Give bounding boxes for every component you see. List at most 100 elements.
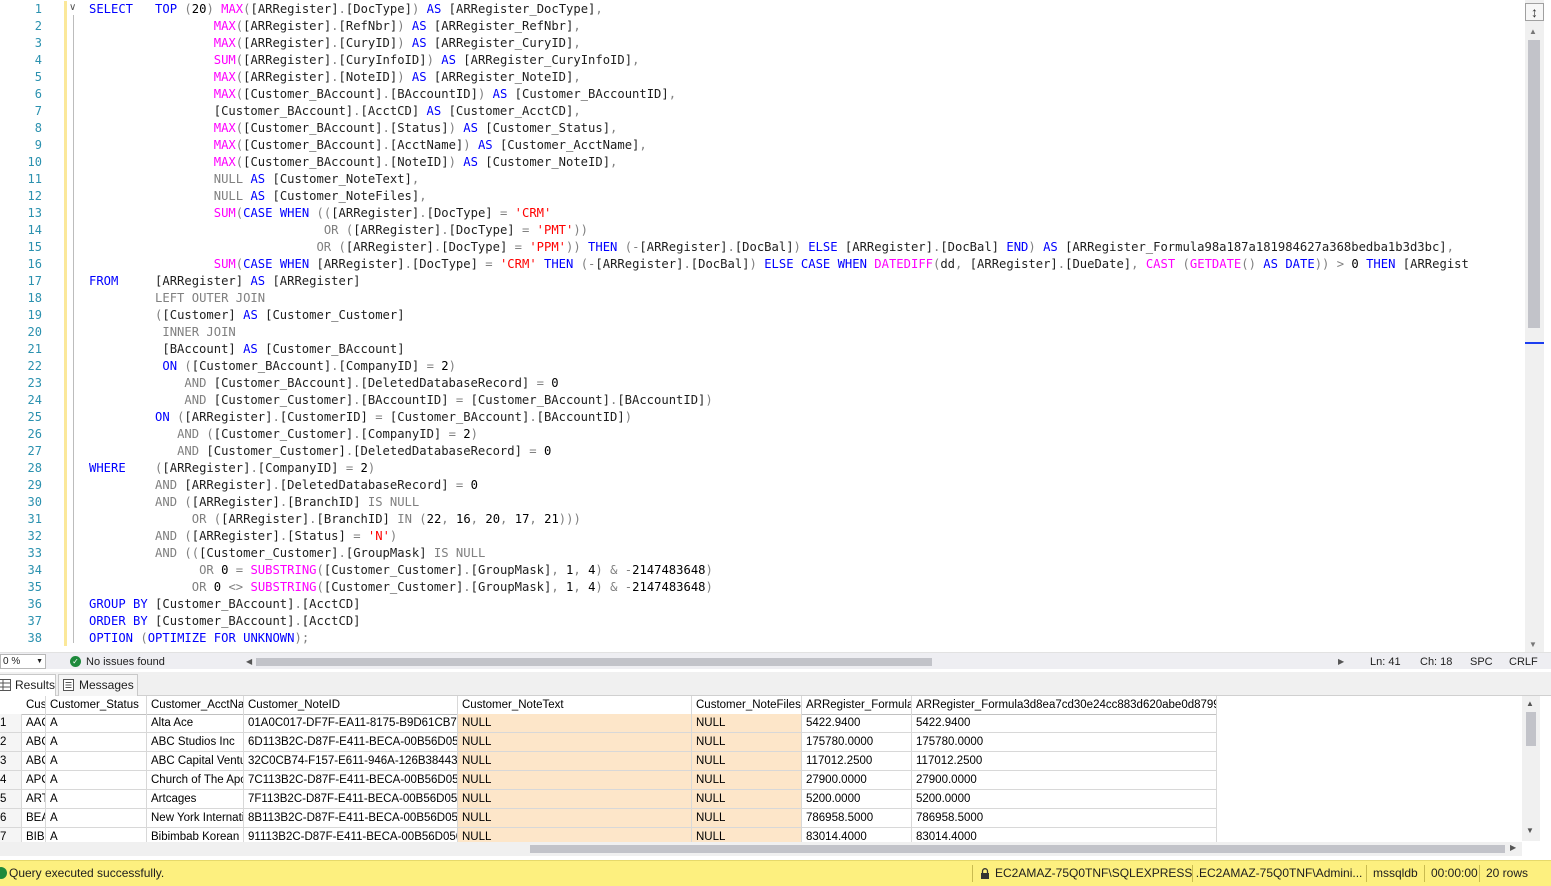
grid-cell[interactable]: 5200.0000 xyxy=(912,790,1217,809)
results-grid[interactable]: IDCustomer_AcctCDCustomer_StatusCustomer… xyxy=(0,696,1522,842)
scroll-up-arrow-icon[interactable]: ▲ xyxy=(1529,27,1537,36)
code-line[interactable]: MAX([Customer_BAccount].[NoteID]) AS [Cu… xyxy=(89,154,618,171)
tab-messages[interactable]: Messages xyxy=(58,674,138,696)
code-line[interactable]: MAX([ARRegister].[NoteID]) AS [ARRegiste… xyxy=(89,69,581,86)
grid-cell[interactable]: NULL xyxy=(458,828,692,842)
grid-cell[interactable]: 32C0CB74-F157-E611-946A-126B3844335E xyxy=(244,752,458,771)
code-line[interactable]: AND [Customer_BAccount].[DeletedDatabase… xyxy=(89,375,558,392)
grid-cell[interactable]: A xyxy=(46,714,147,733)
grid-cell[interactable]: A xyxy=(46,809,147,828)
grid-cell[interactable]: 8B113B2C-D87F-E411-BECA-00B56D0561C2 xyxy=(244,809,458,828)
grid-cell[interactable]: 6D113B2C-D87F-E411-BECA-00B56D0561C2 xyxy=(244,733,458,752)
column-header[interactable]: ARRegister_Formula98a187a181984627a368be… xyxy=(802,696,912,715)
code-line[interactable]: MAX([ARRegister].[RefNbr]) AS [ARRegiste… xyxy=(89,18,581,35)
grid-cell[interactable]: New York International Beauty School Ltd xyxy=(147,809,244,828)
scroll-right-arrow-icon[interactable]: ▶ xyxy=(1510,843,1516,852)
code-line[interactable]: OPTION (OPTIMIZE FOR UNKNOWN); xyxy=(89,630,309,647)
grid-cell[interactable]: NULL xyxy=(458,733,692,752)
code-line[interactable]: ([Customer] AS [Customer_Customer] xyxy=(89,307,405,324)
code-line[interactable]: OR ([ARRegister].[BranchID] IN (22, 16, … xyxy=(89,511,581,528)
column-header[interactable]: Customer_AcctName xyxy=(147,696,244,715)
row-number[interactable]: 1 xyxy=(0,714,22,733)
code-line[interactable]: NULL AS [Customer_NoteFiles], xyxy=(89,188,427,205)
table-row[interactable]: 1AACUSTOMERAAlta Ace01A0C017-DF7F-EA11-8… xyxy=(0,714,1522,733)
grid-cell[interactable]: NULL xyxy=(692,790,802,809)
grid-cell[interactable]: 117012.2500 xyxy=(912,752,1217,771)
code-line[interactable]: OR ([ARRegister].[DocType] = 'PPM')) THE… xyxy=(89,239,1454,256)
editor-horizontal-scroll-thumb[interactable] xyxy=(256,658,932,666)
table-row[interactable]: 7BIBIMBABABibimbab Korean Restaurant9111… xyxy=(0,828,1522,842)
row-number[interactable]: 4 xyxy=(0,771,22,790)
code-line[interactable]: OR 0 <> SUBSTRING([Customer_Customer].[G… xyxy=(89,579,713,596)
code-line[interactable]: AND ([Customer_Customer].[CompanyID] = 2… xyxy=(89,426,478,443)
grid-cell[interactable]: NULL xyxy=(692,809,802,828)
grid-cell[interactable]: NULL xyxy=(458,752,692,771)
grid-horizontal-scroll-thumb[interactable] xyxy=(530,845,1505,853)
grid-cell[interactable]: ABCSTUDIOS xyxy=(22,733,46,752)
grid-cell[interactable]: NULL xyxy=(692,828,802,842)
column-header[interactable]: ARRegister_Formula3d8ea7cd30e24cc883d620… xyxy=(912,696,1217,715)
code-line[interactable]: AND ([ARRegister].[BranchID] IS NULL xyxy=(89,494,419,511)
code-line[interactable]: LEFT OUTER JOIN xyxy=(89,290,265,307)
row-number[interactable]: 6 xyxy=(0,809,22,828)
grid-cell[interactable]: A xyxy=(46,752,147,771)
grid-cell[interactable]: 786958.5000 xyxy=(912,809,1217,828)
code-line[interactable]: ORDER BY [Customer_BAccount].[AcctCD] xyxy=(89,613,361,630)
grid-horizontal-scrollbar[interactable]: ▶ xyxy=(0,842,1522,856)
grid-cell[interactable]: Artcages xyxy=(147,790,244,809)
scroll-up-arrow-icon[interactable]: ▲ xyxy=(1526,699,1534,708)
table-row[interactable]: 3ABCVENTUREAABC Capital Ventures32C0CB74… xyxy=(0,752,1522,771)
code-line[interactable]: MAX([ARRegister].[CuryID]) AS [ARRegiste… xyxy=(89,35,581,52)
issues-status[interactable]: No issues found xyxy=(86,654,165,670)
grid-cell[interactable]: AACUSTOMER xyxy=(22,714,46,733)
grid-cell[interactable]: A xyxy=(46,790,147,809)
code-line[interactable]: ON ([ARRegister].[CustomerID] = [Custome… xyxy=(89,409,632,426)
grid-cell[interactable]: Bibimbab Korean Restaurant xyxy=(147,828,244,842)
grid-cell[interactable]: BEAUTYSCH xyxy=(22,809,46,828)
grid-cell[interactable]: 786958.5000 xyxy=(802,809,912,828)
grid-cell[interactable]: 5200.0000 xyxy=(802,790,912,809)
table-row[interactable]: 5ARTCAGESAArtcages7F113B2C-D87F-E411-BEC… xyxy=(0,790,1522,809)
code-line[interactable]: AND ([ARRegister].[Status] = 'N') xyxy=(89,528,397,545)
code-line[interactable]: SUM([ARRegister].[CuryInfoID]) AS [ARReg… xyxy=(89,52,640,69)
code-line[interactable]: SELECT TOP (20) MAX([ARRegister].[DocTyp… xyxy=(89,1,603,18)
grid-cell[interactable]: ARTCAGES xyxy=(22,790,46,809)
column-header[interactable]: Customer_NoteText xyxy=(458,696,692,715)
code-line[interactable]: ON ([Customer_BAccount].[CompanyID] = 2) xyxy=(89,358,456,375)
grid-cell[interactable]: ABCVENTURE xyxy=(22,752,46,771)
code-line[interactable]: GROUP BY [Customer_BAccount].[AcctCD] xyxy=(89,596,361,613)
row-number[interactable]: 2 xyxy=(0,733,22,752)
scroll-left-arrow-icon[interactable]: ◀ xyxy=(246,654,252,670)
code-line[interactable]: SUM(CASE WHEN (([ARRegister].[DocType] =… xyxy=(89,205,552,222)
code-line[interactable]: AND [Customer_Customer].[DeletedDatabase… xyxy=(89,443,551,460)
column-header[interactable]: Customer_AcctCD xyxy=(22,696,46,715)
grid-cell[interactable]: NULL xyxy=(458,809,692,828)
sql-editor[interactable]: 1 2 3 4 5 6 7 8 9 10 11 12 13 14 15 16 17 18 19 20 21 22 23 24 2… xyxy=(0,0,1551,652)
grid-cell[interactable]: 91113B2C-D87F-E411-BECA-00B56D0561C2 xyxy=(244,828,458,842)
grid-cell[interactable]: A xyxy=(46,771,147,790)
code-line[interactable]: FROM [ARRegister] AS [ARRegister] xyxy=(89,273,361,290)
code-line[interactable]: MAX([Customer_BAccount].[Status]) AS [Cu… xyxy=(89,120,618,137)
grid-cell[interactable]: APOSTELSCH xyxy=(22,771,46,790)
code-line[interactable]: OR 0 = SUBSTRING([Customer_Customer].[Gr… xyxy=(89,562,713,579)
grid-cell[interactable]: 01A0C017-DF7F-EA11-8175-B9D61CB73193 xyxy=(244,714,458,733)
column-header[interactable]: Customer_NoteID xyxy=(244,696,458,715)
grid-cell[interactable]: NULL xyxy=(692,752,802,771)
code-line[interactable]: AND [Customer_Customer].[BAccountID] = [… xyxy=(89,392,712,409)
tab-results[interactable]: Results xyxy=(0,674,56,696)
code-line[interactable]: AND (([Customer_Customer].[GroupMask] IS… xyxy=(89,545,485,562)
grid-vertical-scroll-thumb[interactable] xyxy=(1526,712,1536,746)
grid-cell[interactable]: 7F113B2C-D87F-E411-BECA-00B56D0561C2 xyxy=(244,790,458,809)
scroll-down-arrow-icon[interactable]: ▼ xyxy=(1529,640,1537,649)
grid-cell[interactable]: 5422.9400 xyxy=(802,714,912,733)
grid-cell[interactable]: NULL xyxy=(458,714,692,733)
grid-cell[interactable]: NULL xyxy=(692,733,802,752)
table-row[interactable]: 4APOSTELSCHAChurch of The Apostles7C113B… xyxy=(0,771,1522,790)
code-area[interactable]: SELECT TOP (20) MAX([ARRegister].[DocTyp… xyxy=(89,0,1525,650)
code-line[interactable]: OR ([ARRegister].[DocType] = 'PMT')) xyxy=(89,222,588,239)
grid-cell[interactable]: 5422.9400 xyxy=(912,714,1217,733)
code-line[interactable]: INNER JOIN xyxy=(89,324,235,341)
scroll-down-arrow-icon[interactable]: ▼ xyxy=(1526,826,1534,835)
grid-cell[interactable]: 83014.4000 xyxy=(912,828,1217,842)
code-line[interactable]: AND [ARRegister].[DeletedDatabaseRecord]… xyxy=(89,477,478,494)
